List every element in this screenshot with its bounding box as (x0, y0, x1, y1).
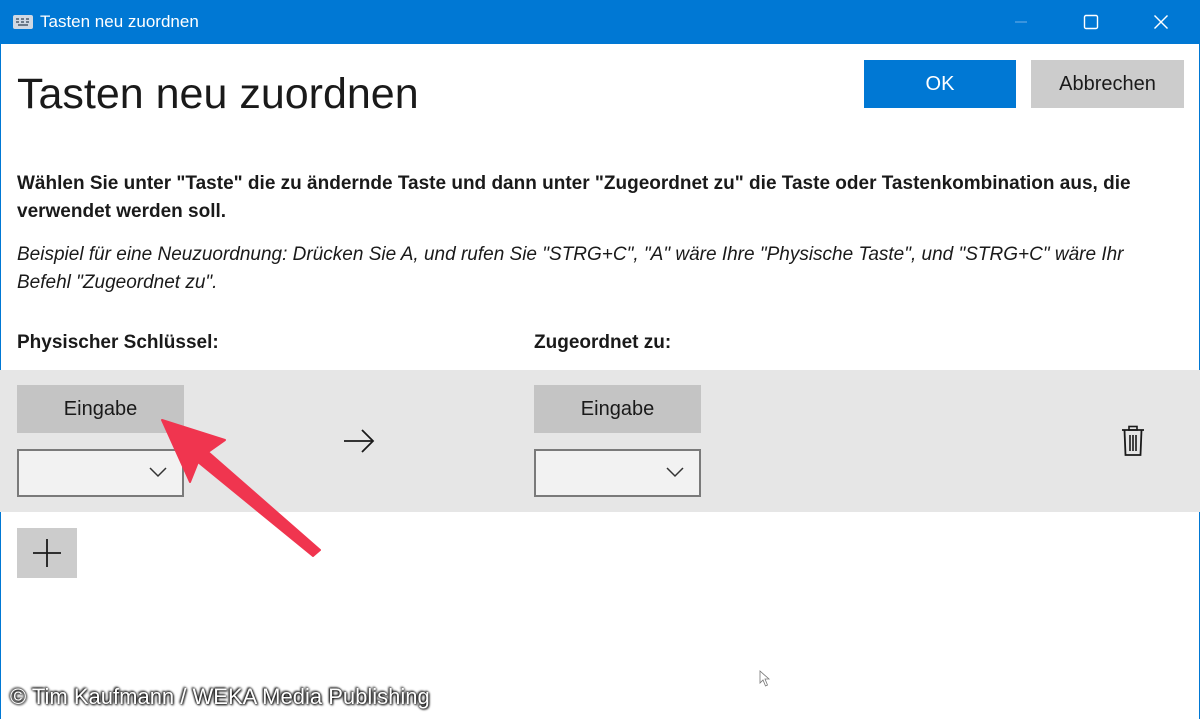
title-bar: Tasten neu zuordnen (0, 0, 1200, 44)
keyboard-icon (13, 15, 33, 29)
physical-key-header: Physischer Schlüssel: (17, 332, 219, 353)
mapped-to-header: Zugeordnet zu: (534, 332, 672, 353)
mapped-key-type-button[interactable]: Eingabe (534, 385, 701, 433)
plus-icon (33, 539, 61, 567)
minimize-button[interactable] (986, 0, 1056, 44)
example-line-2: Befehl "Zugeordnet zu". (17, 272, 218, 293)
remap-keys-window: Tasten neu zuordnen Tasten neu zuordnen … (0, 0, 1200, 720)
minimize-icon (1015, 21, 1027, 23)
cancel-button[interactable]: Abbrechen (1031, 60, 1184, 108)
mouse-cursor-icon (759, 670, 771, 687)
example-line-1: Beispiel für eine Neuzuordnung: Drücken … (17, 244, 1124, 265)
trash-icon[interactable] (1120, 425, 1146, 457)
window-title: Tasten neu zuordnen (40, 12, 199, 31)
close-icon (1154, 15, 1168, 29)
page-title: Tasten neu zuordnen (17, 70, 419, 118)
copyright-watermark: © Tim Kaufmann / WEKA Media Publishing (10, 684, 430, 709)
annotation-arrow-icon (161, 419, 321, 557)
example-text: Beispiel für eine Neuzuordnung: Drücken … (17, 241, 1200, 297)
maximize-icon (1083, 14, 1099, 30)
mapped-key-dropdown[interactable] (534, 449, 701, 497)
arrow-right-icon (344, 429, 375, 453)
maximize-button[interactable] (1056, 0, 1126, 44)
close-button[interactable] (1126, 0, 1196, 44)
add-mapping-button[interactable] (17, 528, 77, 578)
instructions-text: Wählen Sie unter "Taste" die zu ändernde… (17, 173, 1131, 222)
ok-button[interactable]: OK (864, 60, 1016, 108)
chevron-down-icon (666, 467, 684, 478)
